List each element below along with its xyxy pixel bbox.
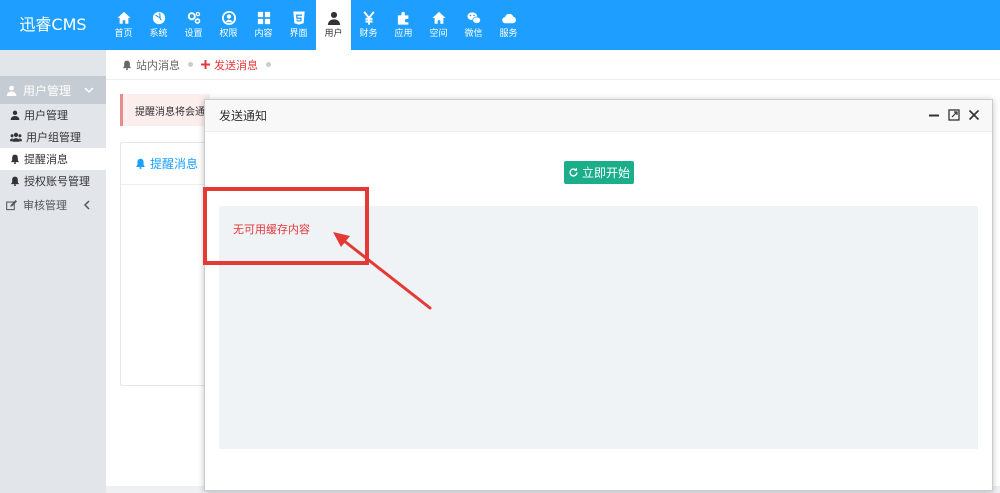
bell-icon (11, 176, 19, 186)
breadcrumb: 站内消息 发送消息 (106, 50, 1000, 80)
yen-icon (362, 11, 375, 25)
nav-item-9[interactable]: 空间 (421, 0, 456, 50)
panel-title-text: 提醒消息 (150, 157, 199, 171)
annotation-highlight-box (203, 187, 369, 265)
breadcrumb-send-message[interactable]: 发送消息 (201, 57, 258, 73)
nav-item-7[interactable]: 财务 (351, 0, 386, 50)
dialog-title: 发送通知 (219, 109, 268, 123)
nav-item-label: 空间 (429, 28, 448, 38)
dialog-tools (928, 109, 980, 121)
nav-item-10[interactable]: 微信 (456, 0, 491, 50)
html5-icon (292, 11, 305, 25)
grid-icon (257, 11, 270, 25)
edit-icon (6, 199, 17, 210)
nav-item-label: 设置 (184, 28, 203, 38)
user-icon (10, 110, 20, 120)
user-icon (327, 11, 340, 25)
nav-item-label: 用户 (324, 28, 343, 38)
home-icon (116, 11, 131, 24)
nav-item-label: 财务 (359, 28, 378, 38)
start-now-button[interactable]: 立即开始 (564, 161, 634, 184)
info-alert: 提醒消息将会通过 (120, 94, 210, 126)
sidebar-item-label: 授权账号管理 (24, 176, 90, 188)
sidebar: 用户管理 用户管理 用户组管理 提醒消息 授权账号管理 审核管理 (0, 50, 106, 493)
maximize-icon[interactable] (948, 109, 960, 121)
sidebar-group-user-management[interactable]: 用户管理 (0, 76, 106, 104)
globe-icon (152, 11, 165, 25)
dialog-header[interactable]: 发送通知 (205, 100, 992, 132)
user-icon (6, 85, 17, 96)
bell-icon (136, 158, 145, 169)
refresh-icon (569, 167, 578, 177)
nav-item-label: 首页 (114, 28, 133, 38)
gears-icon (187, 11, 200, 24)
nav-item-1[interactable]: 系统 (141, 0, 176, 50)
sidebar-group-label: 用户管理 (23, 83, 72, 98)
send-notification-dialog: 发送通知 立即开始 无可用缓存内容 (204, 99, 993, 491)
nav-item-0[interactable]: 首页 (106, 0, 141, 50)
breadcrumb-separator (266, 62, 271, 67)
wechat-icon (466, 12, 481, 24)
user-circle-icon (221, 11, 236, 25)
puzzle-icon (397, 11, 408, 25)
nav-item-3[interactable]: 权限 (211, 0, 246, 50)
nav-item-6[interactable]: 用户 (316, 0, 351, 50)
minimize-icon[interactable] (928, 109, 940, 121)
sidebar-item-label: 用户管理 (24, 110, 68, 122)
app-logo[interactable]: 迅睿CMS (0, 0, 106, 50)
users-icon (10, 132, 22, 142)
chevron-down-icon (84, 87, 94, 94)
top-bar: 迅睿CMS 首页 系统 设置 权限 内容 界面 用户 财务 应用 空间 微信 服务 (0, 0, 1000, 50)
sidebar-group-review-management[interactable]: 审核管理 (0, 192, 106, 218)
plus-icon (201, 60, 210, 69)
sidebar-item-reminders[interactable]: 提醒消息 (0, 148, 106, 170)
sidebar-group-label: 审核管理 (23, 200, 67, 212)
bell-icon (11, 154, 19, 164)
sidebar-item-label: 用户组管理 (26, 132, 81, 144)
sidebar-item-user-groups[interactable]: 用户组管理 (0, 126, 106, 148)
breadcrumb-label: 站内消息 (136, 59, 180, 72)
home-icon (431, 11, 446, 24)
close-icon[interactable] (968, 109, 980, 121)
breadcrumb-label: 发送消息 (214, 59, 258, 72)
nav-item-8[interactable]: 应用 (386, 0, 421, 50)
nav-item-label: 权限 (219, 28, 238, 38)
sidebar-item-user-management[interactable]: 用户管理 (0, 104, 106, 126)
top-nav: 首页 系统 设置 权限 内容 界面 用户 财务 应用 空间 微信 服务 (106, 0, 526, 50)
breadcrumb-site-messages[interactable]: 站内消息 (122, 57, 180, 73)
chevron-left-icon (83, 200, 90, 210)
nav-item-label: 服务 (499, 28, 518, 38)
cloud-icon (501, 13, 516, 24)
nav-item-label: 界面 (289, 28, 308, 38)
nav-item-label: 系统 (149, 28, 168, 38)
nav-item-label: 应用 (394, 28, 413, 38)
content-panel: 提醒消息 (120, 142, 210, 386)
panel-title: 提醒消息 (121, 143, 209, 185)
nav-item-11[interactable]: 服务 (491, 0, 526, 50)
alert-text: 提醒消息将会通过 (135, 106, 210, 118)
sidebar-item-label: 提醒消息 (24, 154, 68, 166)
nav-item-label: 内容 (254, 28, 273, 38)
start-now-label: 立即开始 (581, 166, 630, 180)
bell-icon (123, 60, 131, 70)
nav-item-label: 微信 (464, 28, 483, 38)
breadcrumb-separator (188, 62, 193, 67)
sidebar-item-authorized-accounts[interactable]: 授权账号管理 (0, 170, 106, 192)
nav-item-5[interactable]: 界面 (281, 0, 316, 50)
nav-item-4[interactable]: 内容 (246, 0, 281, 50)
nav-item-2[interactable]: 设置 (176, 0, 211, 50)
